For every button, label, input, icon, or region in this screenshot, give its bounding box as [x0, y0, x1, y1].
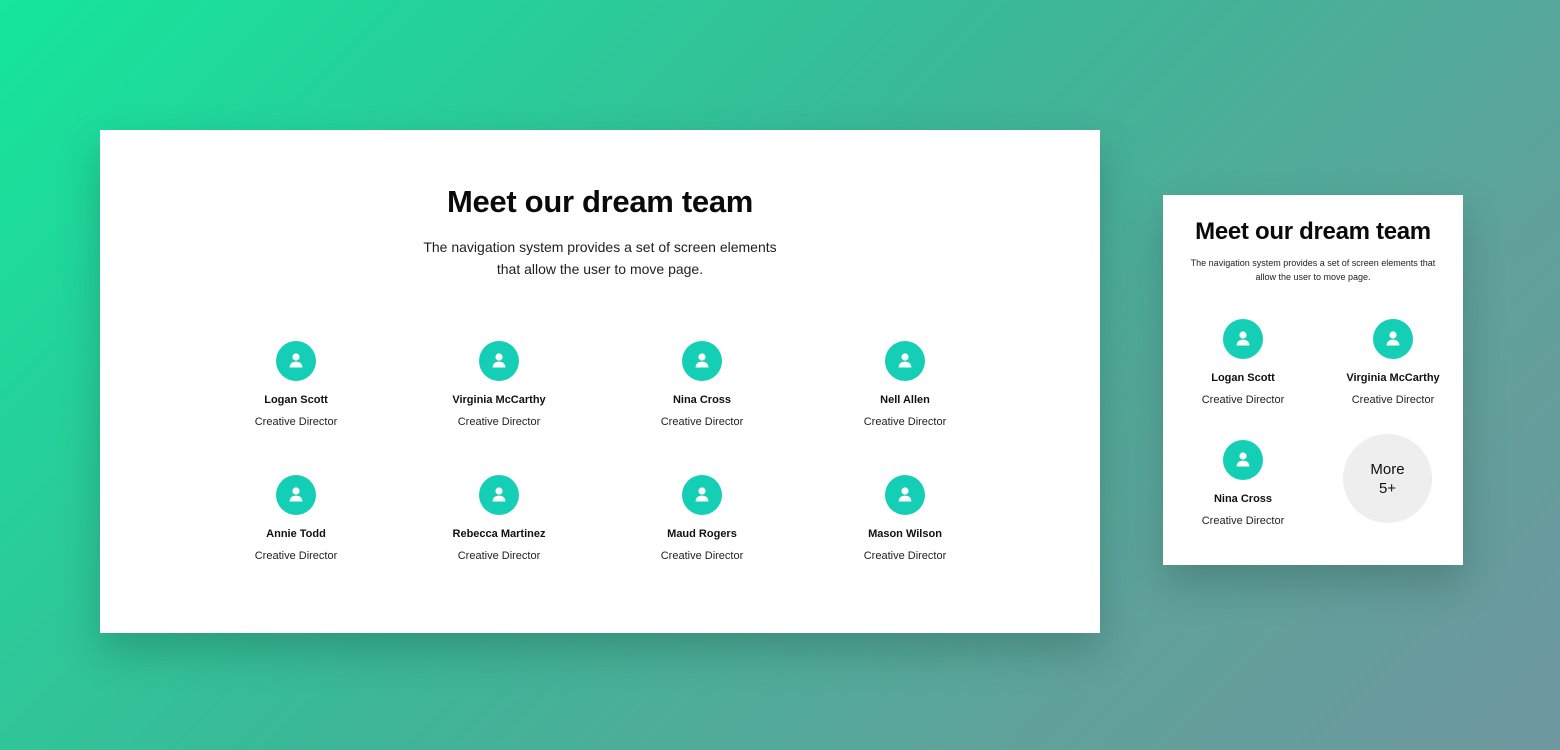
avatar [682, 475, 722, 515]
member-role: Creative Director [254, 550, 338, 562]
member-role: Creative Director [660, 550, 744, 562]
avatar [682, 341, 722, 381]
member-name: Nell Allen [880, 394, 930, 406]
avatar [276, 475, 316, 515]
member-role: Creative Director [254, 416, 338, 428]
user-icon [1236, 331, 1250, 346]
member-name: Logan Scott [264, 394, 328, 406]
member-name: Nina Cross [1213, 493, 1273, 505]
member-role: Creative Director [1351, 394, 1435, 406]
user-icon [898, 487, 912, 502]
member-role: Creative Director [1201, 515, 1285, 527]
avatar [885, 341, 925, 381]
avatar [276, 341, 316, 381]
avatar [1373, 319, 1413, 359]
page-title: Meet our dream team [446, 184, 754, 219]
page-subtitle: The navigation system provides a set of … [1190, 258, 1436, 282]
team-card-mobile: Meet our dream team The navigation syste… [1163, 195, 1463, 565]
member-name: Mason Wilson [868, 528, 942, 540]
avatar [479, 475, 519, 515]
member-role: Creative Director [457, 550, 541, 562]
member-name: Rebecca Martinez [452, 528, 546, 540]
member-role: Creative Director [863, 416, 947, 428]
more-label: More [1370, 461, 1405, 478]
user-icon [695, 487, 709, 502]
avatar [885, 475, 925, 515]
member-name: Nina Cross [672, 394, 732, 406]
avatar [479, 341, 519, 381]
avatar [1223, 440, 1263, 480]
user-icon [492, 353, 506, 368]
user-icon [898, 353, 912, 368]
member-role: Creative Director [863, 550, 947, 562]
member-role: Creative Director [1201, 394, 1285, 406]
member-name: Logan Scott [1211, 372, 1275, 384]
team-card-desktop: Meet our dream team The navigation syste… [100, 130, 1100, 633]
member-name: Virginia McCarthy [452, 394, 546, 406]
user-icon [1236, 452, 1250, 467]
user-icon [289, 487, 303, 502]
page-title: Meet our dream team [1195, 218, 1431, 245]
user-icon [492, 487, 506, 502]
more-count: 5+ [1378, 480, 1397, 497]
user-icon [1386, 331, 1400, 346]
avatar [1223, 319, 1263, 359]
more-members-button[interactable]: More 5+ [1343, 434, 1432, 523]
member-name: Annie Todd [266, 528, 326, 540]
page-subtitle: The navigation system provides a set of … [423, 239, 777, 277]
member-role: Creative Director [457, 416, 541, 428]
user-icon [695, 353, 709, 368]
user-icon [289, 353, 303, 368]
member-name: Virginia McCarthy [1346, 372, 1440, 384]
member-role: Creative Director [660, 416, 744, 428]
member-name: Maud Rogers [667, 528, 737, 540]
